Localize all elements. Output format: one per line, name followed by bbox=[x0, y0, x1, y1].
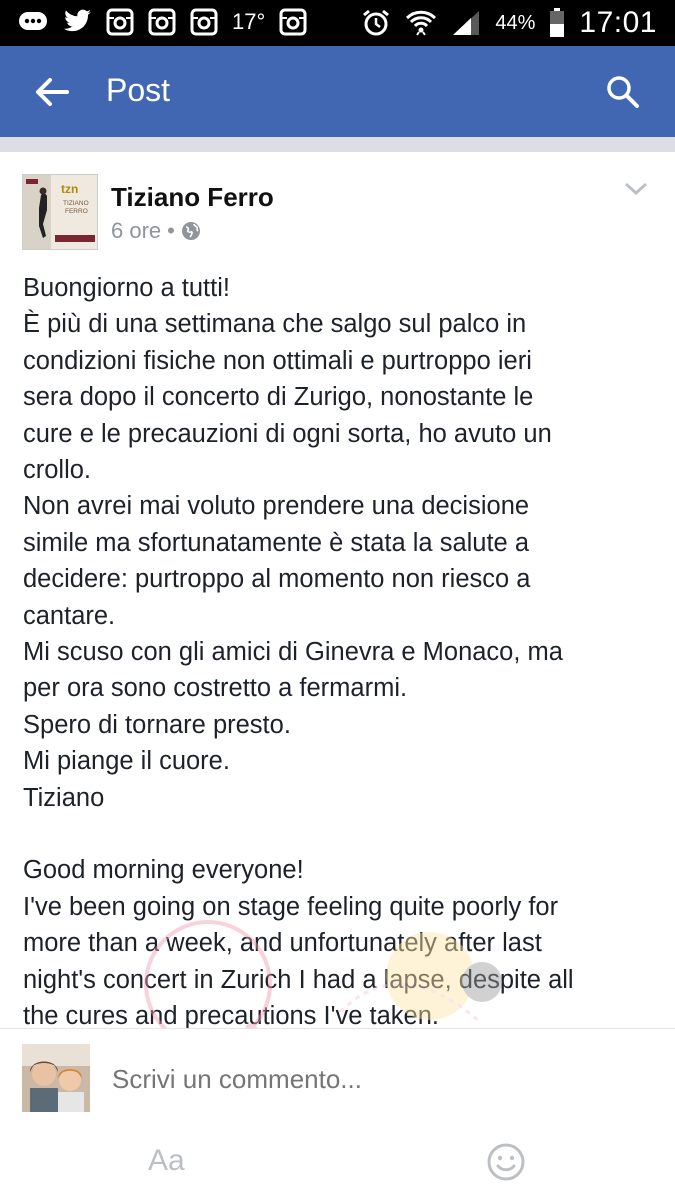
svg-text:tzn: tzn bbox=[61, 182, 78, 196]
arrow-left-icon bbox=[36, 78, 69, 106]
page-title: Post bbox=[106, 72, 171, 108]
instagram-icon bbox=[190, 8, 218, 36]
post-line: simile ma sfortunatamente è stata la sal… bbox=[23, 528, 530, 557]
post-line: sera dopo il concerto di Zurigo, nonosta… bbox=[23, 383, 534, 412]
battery-icon bbox=[549, 8, 565, 38]
composer-toolbar: Aa bbox=[0, 1124, 675, 1200]
post-line: Non avrei mai voluto prendere una decisi… bbox=[23, 492, 530, 521]
instagram-icon bbox=[106, 8, 134, 36]
post-body: Buongiorno a tutti! È più di una settiman… bbox=[23, 270, 653, 1028]
back-button[interactable] bbox=[30, 70, 74, 114]
post-line: I've been going on stage feeling quite p… bbox=[23, 892, 559, 921]
comment-input[interactable] bbox=[112, 1061, 632, 1097]
battery-percent: 44% bbox=[495, 11, 536, 34]
status-bar-left: 17° bbox=[18, 8, 307, 36]
chat-bubble-icon bbox=[18, 10, 48, 34]
post-card: tzn TIZIANO FERRO Tiziano Ferro 6 ore • … bbox=[0, 152, 675, 1028]
post-line: decidere: purtroppo al momento non riesc… bbox=[23, 565, 531, 594]
emoji-button[interactable] bbox=[486, 1142, 526, 1182]
twitter-icon bbox=[62, 9, 92, 35]
signal-icon bbox=[451, 9, 481, 37]
post-menu-button[interactable] bbox=[623, 178, 649, 198]
post-meta: 6 ore • bbox=[111, 218, 201, 244]
status-bar-right: 44% 17:01 bbox=[361, 6, 657, 40]
temperature-label: 17° bbox=[232, 9, 266, 34]
instagram-icon bbox=[148, 8, 176, 36]
post-line: more than a week, and unfortunately afte… bbox=[23, 929, 542, 958]
post-line: Spero di tornare presto. bbox=[23, 710, 291, 739]
user-avatar bbox=[22, 1044, 90, 1112]
comment-bar bbox=[0, 1028, 675, 1124]
post-line: condizioni fisiche non ottimali e purtro… bbox=[23, 346, 532, 375]
search-icon bbox=[607, 76, 639, 108]
author-avatar[interactable]: tzn TIZIANO FERRO bbox=[22, 174, 98, 250]
post-line: Buongiorno a tutti! bbox=[23, 274, 230, 302]
post-line: Mi piange il cuore. bbox=[23, 747, 230, 776]
post-blank-line bbox=[23, 816, 653, 852]
globe-icon bbox=[181, 222, 200, 240]
meta-separator: • bbox=[167, 218, 175, 243]
instagram-icon bbox=[279, 8, 307, 36]
svg-text:TIZIANO: TIZIANO bbox=[63, 200, 89, 207]
post-line: night's concert in Zurich I had a lapse,… bbox=[23, 965, 574, 994]
wifi-icon bbox=[405, 8, 437, 38]
status-bar: 17° 44% 17:01 bbox=[0, 0, 675, 46]
post-line: crollo. bbox=[23, 456, 92, 485]
post-line: Mi scuso con gli amici di Ginevra e Mona… bbox=[23, 638, 563, 667]
app-bar: Post bbox=[0, 46, 675, 137]
clock: 17:01 bbox=[579, 6, 657, 39]
post-line: the cures and precautions I've taken. bbox=[23, 1002, 439, 1028]
smiley-icon bbox=[487, 1143, 525, 1181]
alarm-icon bbox=[361, 8, 391, 38]
chevron-down-icon bbox=[624, 182, 648, 196]
post-line: Tiziano bbox=[23, 783, 105, 812]
post-line: per ora sono costretto a fermarmi. bbox=[23, 674, 408, 703]
post-line: Good morning everyone! bbox=[23, 856, 304, 885]
post-line: È più di una settimana che salgo sul pal… bbox=[23, 310, 527, 339]
search-button[interactable] bbox=[601, 70, 645, 114]
text-format-button[interactable]: Aa bbox=[148, 1144, 185, 1178]
author-name[interactable]: Tiziano Ferro bbox=[111, 182, 274, 213]
svg-text:FERRO: FERRO bbox=[65, 208, 88, 215]
post-line: cure e le precauzioni di ogni sorta, ho … bbox=[23, 419, 552, 448]
post-line: cantare. bbox=[23, 601, 116, 630]
divider bbox=[0, 137, 675, 152]
post-time[interactable]: 6 ore bbox=[111, 218, 161, 244]
